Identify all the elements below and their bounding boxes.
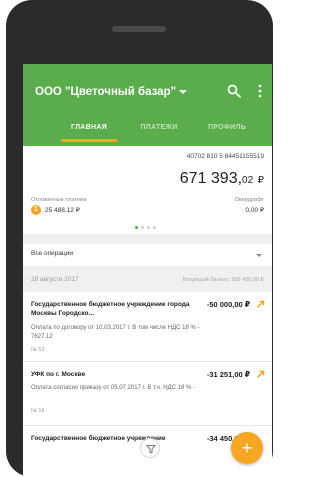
operation-amount: -50 000,00 ₽ bbox=[206, 300, 250, 309]
more-vertical-icon[interactable] bbox=[256, 83, 264, 99]
app-bar: ООО "Цветочный базар" ГЛАВНАЯ ПЛАТЕЖИ ПР… bbox=[23, 64, 272, 146]
group-date: 29 августа 2017 bbox=[31, 276, 79, 283]
operation-number: № 16 bbox=[31, 408, 45, 414]
operation-description: Оплата по договору от 10.03.2017 г. В то… bbox=[31, 325, 200, 340]
overdraft-amount: 0,00 ₽ bbox=[245, 207, 264, 214]
tab-payments[interactable]: ПЛАТЕЖИ bbox=[123, 120, 195, 146]
account-balance: 671 393,02 ₽ bbox=[180, 170, 264, 188]
filter-button[interactable] bbox=[140, 438, 160, 458]
overdraft-label: Овердрафт bbox=[234, 197, 264, 203]
pending-payments-amount[interactable]: 25 488,12 ₽ bbox=[45, 206, 80, 214]
phone-speaker bbox=[112, 26, 166, 32]
operation-counterparty: УФК по г. Москве bbox=[31, 371, 86, 378]
app-screen: ООО "Цветочный базар" ГЛАВНАЯ ПЛАТЕЖИ ПР… bbox=[23, 64, 272, 477]
operation-number: № 53 bbox=[31, 347, 45, 353]
incoming-balance: Входящий баланс: 999 450,00 ₽ bbox=[182, 277, 264, 283]
pending-payments-label: Отложенные платежи bbox=[31, 197, 87, 203]
operation-counterparty: Государственное бюджетное учреждение гор… bbox=[31, 301, 190, 317]
operation-item[interactable]: УФК по г. Москве -31 251,00 ₽ Оплата сог… bbox=[23, 362, 272, 426]
carousel-dot[interactable] bbox=[135, 226, 138, 229]
outgoing-arrow-icon bbox=[257, 370, 265, 378]
outgoing-arrow-icon bbox=[257, 300, 265, 308]
search-icon[interactable] bbox=[226, 83, 242, 99]
operation-amount: -31 251,00 ₽ bbox=[206, 370, 250, 379]
active-tab-indicator bbox=[61, 139, 117, 142]
balance-kopecks: 02 bbox=[242, 175, 254, 186]
card-carousel-indicator[interactable] bbox=[135, 226, 165, 230]
date-group-header: 29 августа 2017 Входящий баланс: 999 450… bbox=[23, 269, 272, 291]
phone-frame: ООО "Цветочный базар" ГЛАВНАЯ ПЛАТЕЖИ ПР… bbox=[6, 0, 273, 477]
operation-counterparty: Государственное бюджетное учреждение bbox=[31, 435, 166, 442]
carousel-dot[interactable] bbox=[153, 226, 156, 229]
add-payment-button[interactable]: + bbox=[231, 432, 263, 464]
main-tabs: ГЛАВНАЯ ПЛАТЕЖИ ПРОФИЛЬ bbox=[23, 120, 272, 146]
chevron-down-icon[interactable] bbox=[179, 90, 187, 94]
pending-count-badge[interactable]: 1 bbox=[31, 205, 41, 215]
tab-main[interactable]: ГЛАВНАЯ bbox=[53, 120, 125, 146]
filter-funnel-icon bbox=[146, 445, 156, 453]
filter-selected-value: Все операции bbox=[31, 250, 73, 257]
operation-item[interactable]: Государственное бюджетное учреждение гор… bbox=[23, 292, 272, 362]
account-number: 40702 810 5 84451155519 bbox=[186, 153, 264, 160]
carousel-dot[interactable] bbox=[147, 226, 150, 229]
operations-filter-select[interactable]: Все операции bbox=[23, 244, 272, 266]
dropdown-arrow-icon bbox=[256, 254, 262, 257]
balance-currency: ₽ bbox=[257, 175, 264, 186]
tab-profile[interactable]: ПРОФИЛЬ bbox=[191, 120, 263, 146]
balance-main: 671 393, bbox=[179, 170, 243, 187]
carousel-dot[interactable] bbox=[141, 226, 144, 229]
account-card[interactable]: 40702 810 5 84451155519 671 393,02 ₽ Отл… bbox=[23, 146, 272, 234]
operation-description: Оплата согласно приказу от 05.07.2017 г.… bbox=[31, 385, 195, 391]
company-title[interactable]: ООО "Цветочный базар" bbox=[35, 86, 176, 98]
